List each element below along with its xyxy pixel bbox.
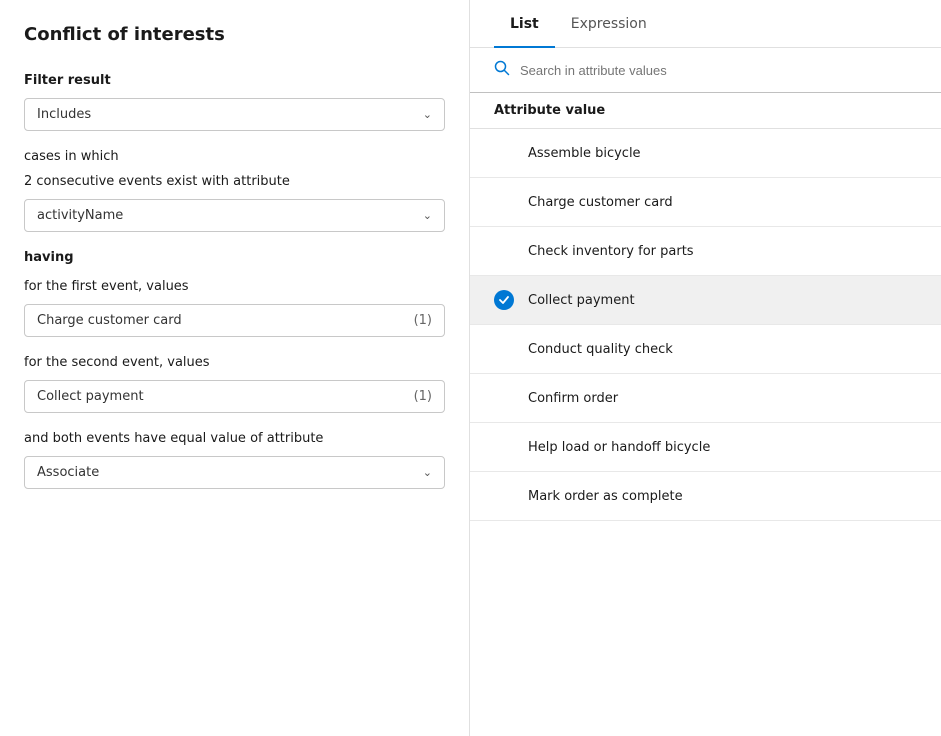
consecutive-label: 2 consecutive events exist with attribut…	[24, 174, 445, 189]
unselected-icon	[494, 143, 514, 163]
unselected-icon	[494, 388, 514, 408]
first-event-value: Charge customer card	[37, 313, 182, 328]
tab-list[interactable]: List	[494, 0, 555, 48]
first-event-label: for the first event, values	[24, 279, 445, 294]
equal-value-label: and both events have equal value of attr…	[24, 431, 445, 446]
search-input[interactable]	[520, 63, 917, 78]
second-event-count: (1)	[414, 389, 432, 404]
list-item[interactable]: Conduct quality check	[470, 325, 941, 374]
item-label: Collect payment	[528, 293, 635, 308]
filter-result-label: Filter result	[24, 73, 445, 88]
unselected-icon	[494, 339, 514, 359]
first-event-count: (1)	[414, 313, 432, 328]
item-label: Help load or handoff bicycle	[528, 440, 710, 455]
list-item[interactable]: Charge customer card	[470, 178, 941, 227]
first-event-box: Charge customer card (1)	[24, 304, 445, 337]
unselected-icon	[494, 241, 514, 261]
search-bar	[470, 48, 941, 93]
cases-label: cases in which	[24, 149, 445, 164]
item-label: Assemble bicycle	[528, 146, 641, 161]
unselected-icon	[494, 437, 514, 457]
selected-check-icon	[494, 290, 514, 310]
tab-expression[interactable]: Expression	[555, 0, 663, 48]
item-label: Charge customer card	[528, 195, 673, 210]
list-item[interactable]: Confirm order	[470, 374, 941, 423]
filter-result-value: Includes	[37, 107, 91, 122]
associate-dropdown[interactable]: Associate ⌄	[24, 456, 445, 489]
search-icon	[494, 60, 510, 80]
page-title: Conflict of interests	[24, 24, 445, 45]
unselected-icon	[494, 192, 514, 212]
filter-result-dropdown[interactable]: Includes ⌄	[24, 98, 445, 131]
second-event-box: Collect payment (1)	[24, 380, 445, 413]
filter-result-chevron-icon: ⌄	[423, 108, 432, 121]
list-item[interactable]: Mark order as complete	[470, 472, 941, 521]
attribute-chevron-icon: ⌄	[423, 209, 432, 222]
item-label: Check inventory for parts	[528, 244, 694, 259]
list-header: Attribute value	[470, 93, 941, 129]
tab-bar: List Expression	[470, 0, 941, 48]
left-panel: Conflict of interests Filter result Incl…	[0, 0, 470, 736]
list-item-selected[interactable]: Collect payment	[470, 276, 941, 325]
item-label: Mark order as complete	[528, 489, 683, 504]
second-event-label: for the second event, values	[24, 355, 445, 370]
right-panel: List Expression Attribute value Assemble…	[470, 0, 941, 736]
associate-chevron-icon: ⌄	[423, 466, 432, 479]
unselected-icon	[494, 486, 514, 506]
attribute-dropdown[interactable]: activityName ⌄	[24, 199, 445, 232]
list-item[interactable]: Assemble bicycle	[470, 129, 941, 178]
second-event-value: Collect payment	[37, 389, 144, 404]
list-item[interactable]: Help load or handoff bicycle	[470, 423, 941, 472]
having-label: having	[24, 250, 445, 265]
associate-value: Associate	[37, 465, 99, 480]
item-label: Conduct quality check	[528, 342, 673, 357]
attribute-value: activityName	[37, 208, 123, 223]
attribute-list: Attribute value Assemble bicycle Charge …	[470, 93, 941, 736]
list-item[interactable]: Check inventory for parts	[470, 227, 941, 276]
item-label: Confirm order	[528, 391, 618, 406]
